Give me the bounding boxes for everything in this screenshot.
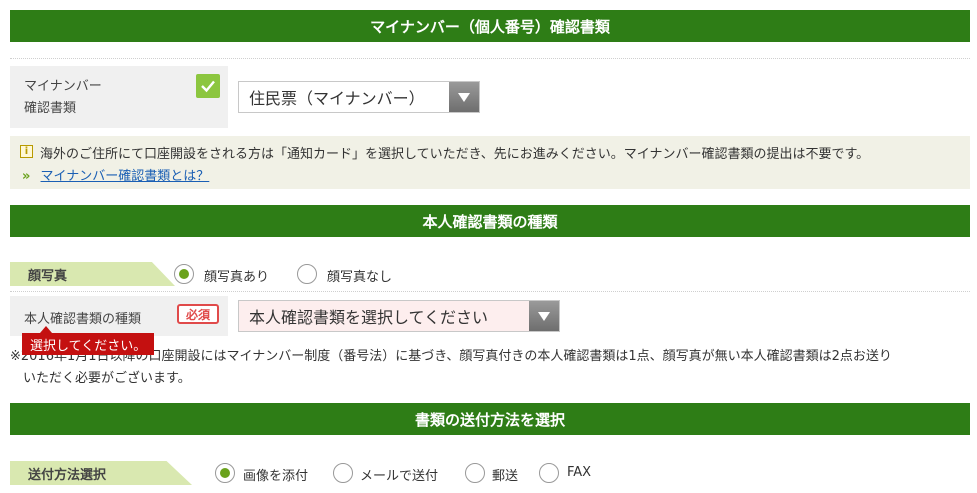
radio-send-image[interactable] — [215, 463, 235, 483]
mynumber-doc-select[interactable]: 住民票（マイナンバー） — [238, 81, 480, 113]
radio-send-fax-label[interactable]: FAX — [567, 465, 591, 480]
id-section-header: 本人確認書類の種類 — [10, 205, 970, 237]
radio-photo-no-label[interactable]: 顔写真なし — [327, 266, 392, 285]
send-method-label-tag: 送付方法選択 — [10, 461, 192, 485]
send-section-header: 書類の送付方法を選択 — [10, 403, 970, 435]
mynumber-section-header: マイナンバー（個人番号）確認書類 — [10, 10, 970, 42]
overseas-notice: i 海外のご住所にて口座開設をされる方は「通知カード」を選択していただき、先にお… — [10, 136, 970, 189]
id-type-select-placeholder: 本人確認書類を選択してください — [249, 308, 489, 327]
id-type-label: 本人確認書類の種類 — [24, 312, 142, 327]
divider — [10, 291, 970, 292]
radio-photo-yes[interactable] — [174, 264, 194, 284]
id-section-title: 本人確認書類の種類 — [422, 212, 558, 231]
radio-send-mail[interactable] — [465, 463, 485, 483]
photo-label-tag: 顔写真 — [10, 262, 175, 286]
error-tooltip: 選択してください。 — [22, 326, 155, 355]
radio-send-email[interactable] — [333, 463, 353, 483]
mynumber-doc-help-link[interactable]: マイナンバー確認書類とは？ — [41, 169, 210, 184]
radio-photo-yes-label[interactable]: 顔写真あり — [204, 266, 269, 285]
radio-send-fax[interactable] — [539, 463, 559, 483]
info-icon: i — [20, 145, 33, 158]
mynumber-section-title: マイナンバー（個人番号）確認書類 — [370, 17, 610, 36]
photo-label: 顔写真 — [28, 268, 68, 284]
mynumber-checkmark-icon — [196, 74, 220, 98]
mynumber-doc-label-line2: 確認書類 — [24, 101, 77, 116]
link-arrow-icon: » — [22, 169, 31, 184]
chevron-down-icon — [449, 82, 479, 112]
id-type-select[interactable]: 本人確認書類を選択してください — [238, 300, 560, 332]
required-badge: 必須 — [177, 304, 219, 324]
id-note-line2: いただく必要がございます。 — [23, 371, 191, 386]
mynumber-doc-label-line1: マイナンバー — [24, 79, 102, 94]
chevron-down-icon — [529, 301, 559, 331]
radio-send-mail-label[interactable]: 郵送 — [492, 465, 518, 484]
radio-send-email-label[interactable]: メールで送付 — [360, 465, 438, 484]
send-method-label: 送付方法選択 — [28, 467, 107, 483]
mynumber-doc-select-value: 住民票（マイナンバー） — [249, 89, 425, 108]
divider — [10, 58, 970, 59]
overseas-notice-text: 海外のご住所にて口座開設をされる方は「通知カード」を選択していただき、先にお進み… — [40, 147, 870, 162]
send-section-title: 書類の送付方法を選択 — [414, 410, 565, 429]
radio-send-image-label[interactable]: 画像を添付 — [243, 465, 308, 484]
radio-photo-no[interactable] — [297, 264, 317, 284]
